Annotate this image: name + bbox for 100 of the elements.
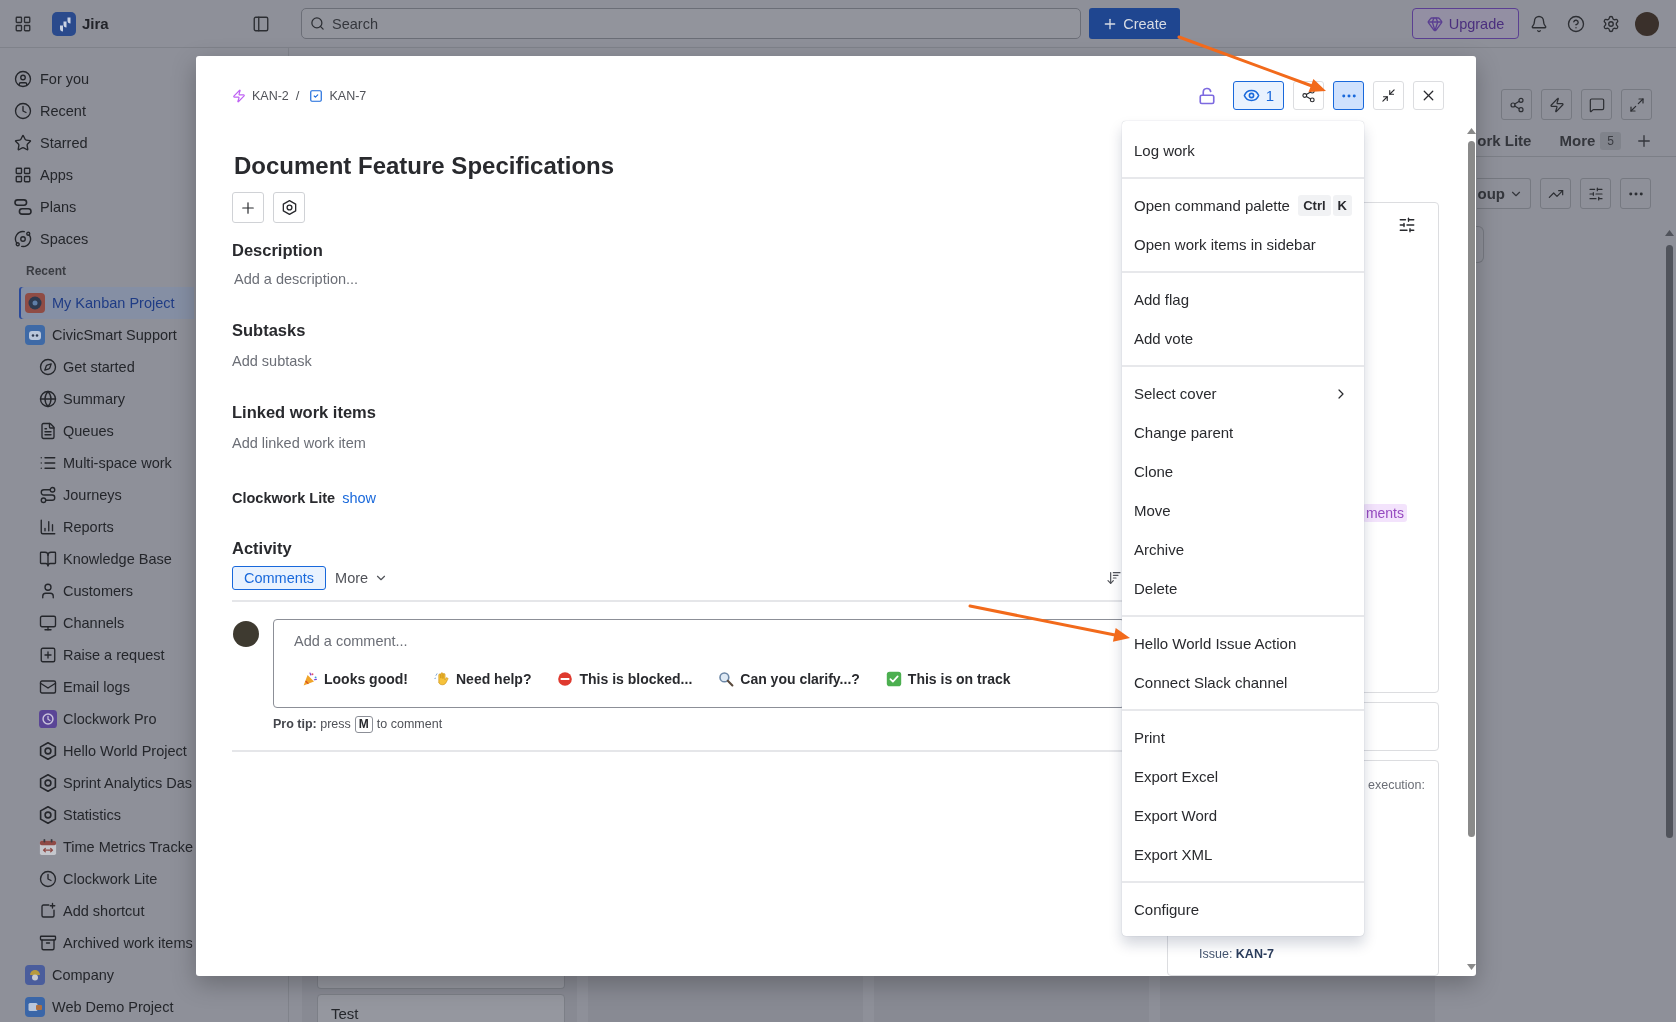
scroll-down-arrow-icon[interactable] xyxy=(1466,964,1476,970)
sidebar-item[interactable]: Reports xyxy=(0,511,194,543)
help-icon[interactable] xyxy=(1567,14,1585,33)
add-link[interactable]: Add subtask xyxy=(232,351,312,371)
sidebar-item[interactable]: Email logs xyxy=(0,671,194,703)
menu-item[interactable]: Select cover xyxy=(1122,374,1364,413)
insights-button[interactable] xyxy=(1540,178,1571,209)
menu-item[interactable]: Archive xyxy=(1122,530,1364,569)
scrollbar-thumb[interactable] xyxy=(1665,245,1673,838)
breadcrumb-link[interactable]: KAN-7 xyxy=(309,88,367,103)
menu-item[interactable]: Open command palette Ctrl K xyxy=(1122,186,1364,225)
sidebar-item[interactable]: Recent xyxy=(0,95,194,127)
sidebar-item[interactable]: Starred xyxy=(0,127,194,159)
sidebar-item[interactable]: Time Metrics Tracke xyxy=(0,831,194,863)
sliders-icon[interactable] xyxy=(1398,216,1416,234)
sidebar-item[interactable]: Multi-space work xyxy=(0,447,194,479)
close-button[interactable] xyxy=(1413,81,1444,110)
scroll-up-arrow-icon[interactable] xyxy=(1664,230,1674,236)
menu-item[interactable]: Export Word xyxy=(1122,796,1364,835)
share-button[interactable] xyxy=(1501,89,1532,120)
sidebar-item[interactable]: Clockwork Lite xyxy=(0,863,194,895)
settings-icon[interactable] xyxy=(1602,14,1620,33)
activity-tab[interactable]: Comments xyxy=(232,566,327,590)
upgrade-button[interactable]: Upgrade xyxy=(1412,8,1519,39)
sidebar-item[interactable]: Knowledge Base xyxy=(0,543,194,575)
sidebar-item[interactable]: Clockwork Pro xyxy=(0,703,194,735)
search-field[interactable]: Search xyxy=(301,8,1081,39)
sidebar-item[interactable]: For you xyxy=(0,63,194,95)
quick-reply-button[interactable]: This is on track xyxy=(877,667,1019,691)
more-dropdown[interactable]: More xyxy=(331,566,393,590)
sidebar-item[interactable]: Channels xyxy=(0,607,194,639)
breadcrumb-link[interactable]: KAN-2 xyxy=(232,88,289,103)
minimize-button[interactable] xyxy=(1373,81,1404,110)
sidebar-item[interactable]: CivicSmart Support xyxy=(19,319,194,351)
check-mark-icon xyxy=(885,671,902,687)
view-settings-button[interactable] xyxy=(1580,178,1611,209)
menu-item[interactable]: Add vote xyxy=(1122,319,1364,358)
section-heading: Activity xyxy=(232,538,292,559)
quick-reply-button[interactable]: Need help? xyxy=(426,667,540,691)
sidebar-item[interactable]: Raise a request xyxy=(0,639,194,671)
open-padlock-icon[interactable] xyxy=(1197,86,1216,105)
menu-item[interactable]: Change parent xyxy=(1122,413,1364,452)
app-switcher-icon[interactable] xyxy=(14,14,32,33)
board-tab[interactable]: ork Lite xyxy=(1477,125,1532,156)
quick-reply-button[interactable]: Can you clarify...? xyxy=(710,667,868,691)
add-button[interactable] xyxy=(232,192,264,223)
create-button[interactable]: Create xyxy=(1089,8,1180,39)
project-avatar-icon xyxy=(25,997,45,1017)
note-text: execution: xyxy=(1368,777,1425,793)
sidebar-item[interactable]: Apps xyxy=(0,159,194,191)
menu-item[interactable]: Clone xyxy=(1122,452,1364,491)
menu-item[interactable]: Connect Slack channel xyxy=(1122,663,1364,702)
sidebar-item[interactable]: Journeys xyxy=(0,479,194,511)
sidebar-item[interactable]: Archived work items xyxy=(0,927,194,959)
menu-item[interactable]: Hello World Issue Action xyxy=(1122,624,1364,663)
menu-item[interactable]: Print xyxy=(1122,718,1364,757)
show-link[interactable]: show xyxy=(342,488,376,508)
board-card[interactable]: Test xyxy=(317,994,565,1022)
sidebar-item[interactable]: Statistics xyxy=(0,799,194,831)
sidebar-item[interactable]: Add shortcut xyxy=(0,895,194,927)
automation-button[interactable] xyxy=(1541,89,1572,120)
menu-item[interactable]: Export XML xyxy=(1122,835,1364,874)
sidebar-item[interactable]: Customers xyxy=(0,575,194,607)
sidebar-toggle-icon[interactable] xyxy=(252,14,270,33)
sort-icon[interactable] xyxy=(1106,570,1122,586)
watch-button[interactable]: 1 xyxy=(1232,81,1284,110)
board-tab[interactable]: More 5 xyxy=(1559,125,1621,156)
quick-reply-button[interactable]: This is blocked... xyxy=(549,667,701,691)
jira-logo-icon[interactable] xyxy=(52,11,76,36)
menu-item[interactable]: Add flag xyxy=(1122,280,1364,319)
menu-item[interactable]: Delete xyxy=(1122,569,1364,608)
more-actions-button[interactable] xyxy=(1333,81,1364,110)
sidebar-item[interactable]: Queues xyxy=(0,415,194,447)
menu-item[interactable]: Export Excel xyxy=(1122,757,1364,796)
sidebar-item[interactable]: Sprint Analytics Das xyxy=(0,767,194,799)
description-field[interactable]: Add a description... xyxy=(234,269,454,289)
sidebar-item[interactable]: Summary xyxy=(0,383,194,415)
menu-item[interactable]: Log work xyxy=(1122,131,1364,170)
sidebar-item[interactable]: Hello World Project xyxy=(0,735,194,767)
menu-item[interactable]: Move xyxy=(1122,491,1364,530)
scrollbar-thumb[interactable] xyxy=(1467,141,1475,837)
scroll-up-arrow-icon[interactable] xyxy=(1466,128,1476,134)
comment-field[interactable]: Add a comment... xyxy=(294,631,594,651)
add-link[interactable]: Add linked work item xyxy=(232,433,366,453)
notifications-icon[interactable] xyxy=(1530,14,1548,33)
quick-reply-button[interactable]: Looks good! xyxy=(294,667,416,691)
project-avatar-icon xyxy=(25,293,45,313)
menu-item[interactable]: Configure xyxy=(1122,890,1364,929)
sidebar-item[interactable]: Plans xyxy=(0,191,194,223)
apps-button[interactable] xyxy=(273,192,305,223)
sidebar-item[interactable]: Web Demo Project xyxy=(19,991,194,1022)
sidebar-item[interactable]: Get started xyxy=(0,351,194,383)
sidebar-item[interactable]: My Kanban Project xyxy=(19,287,194,319)
user-avatar[interactable] xyxy=(1635,11,1659,36)
menu-item[interactable]: Open work items in sidebar xyxy=(1122,225,1364,264)
sidebar-item[interactable]: Company xyxy=(19,959,194,991)
lightning-icon xyxy=(232,88,246,103)
feedback-button[interactable] xyxy=(1581,89,1612,120)
fullscreen-button[interactable] xyxy=(1621,89,1652,120)
sidebar-item[interactable]: Spaces xyxy=(0,223,194,255)
